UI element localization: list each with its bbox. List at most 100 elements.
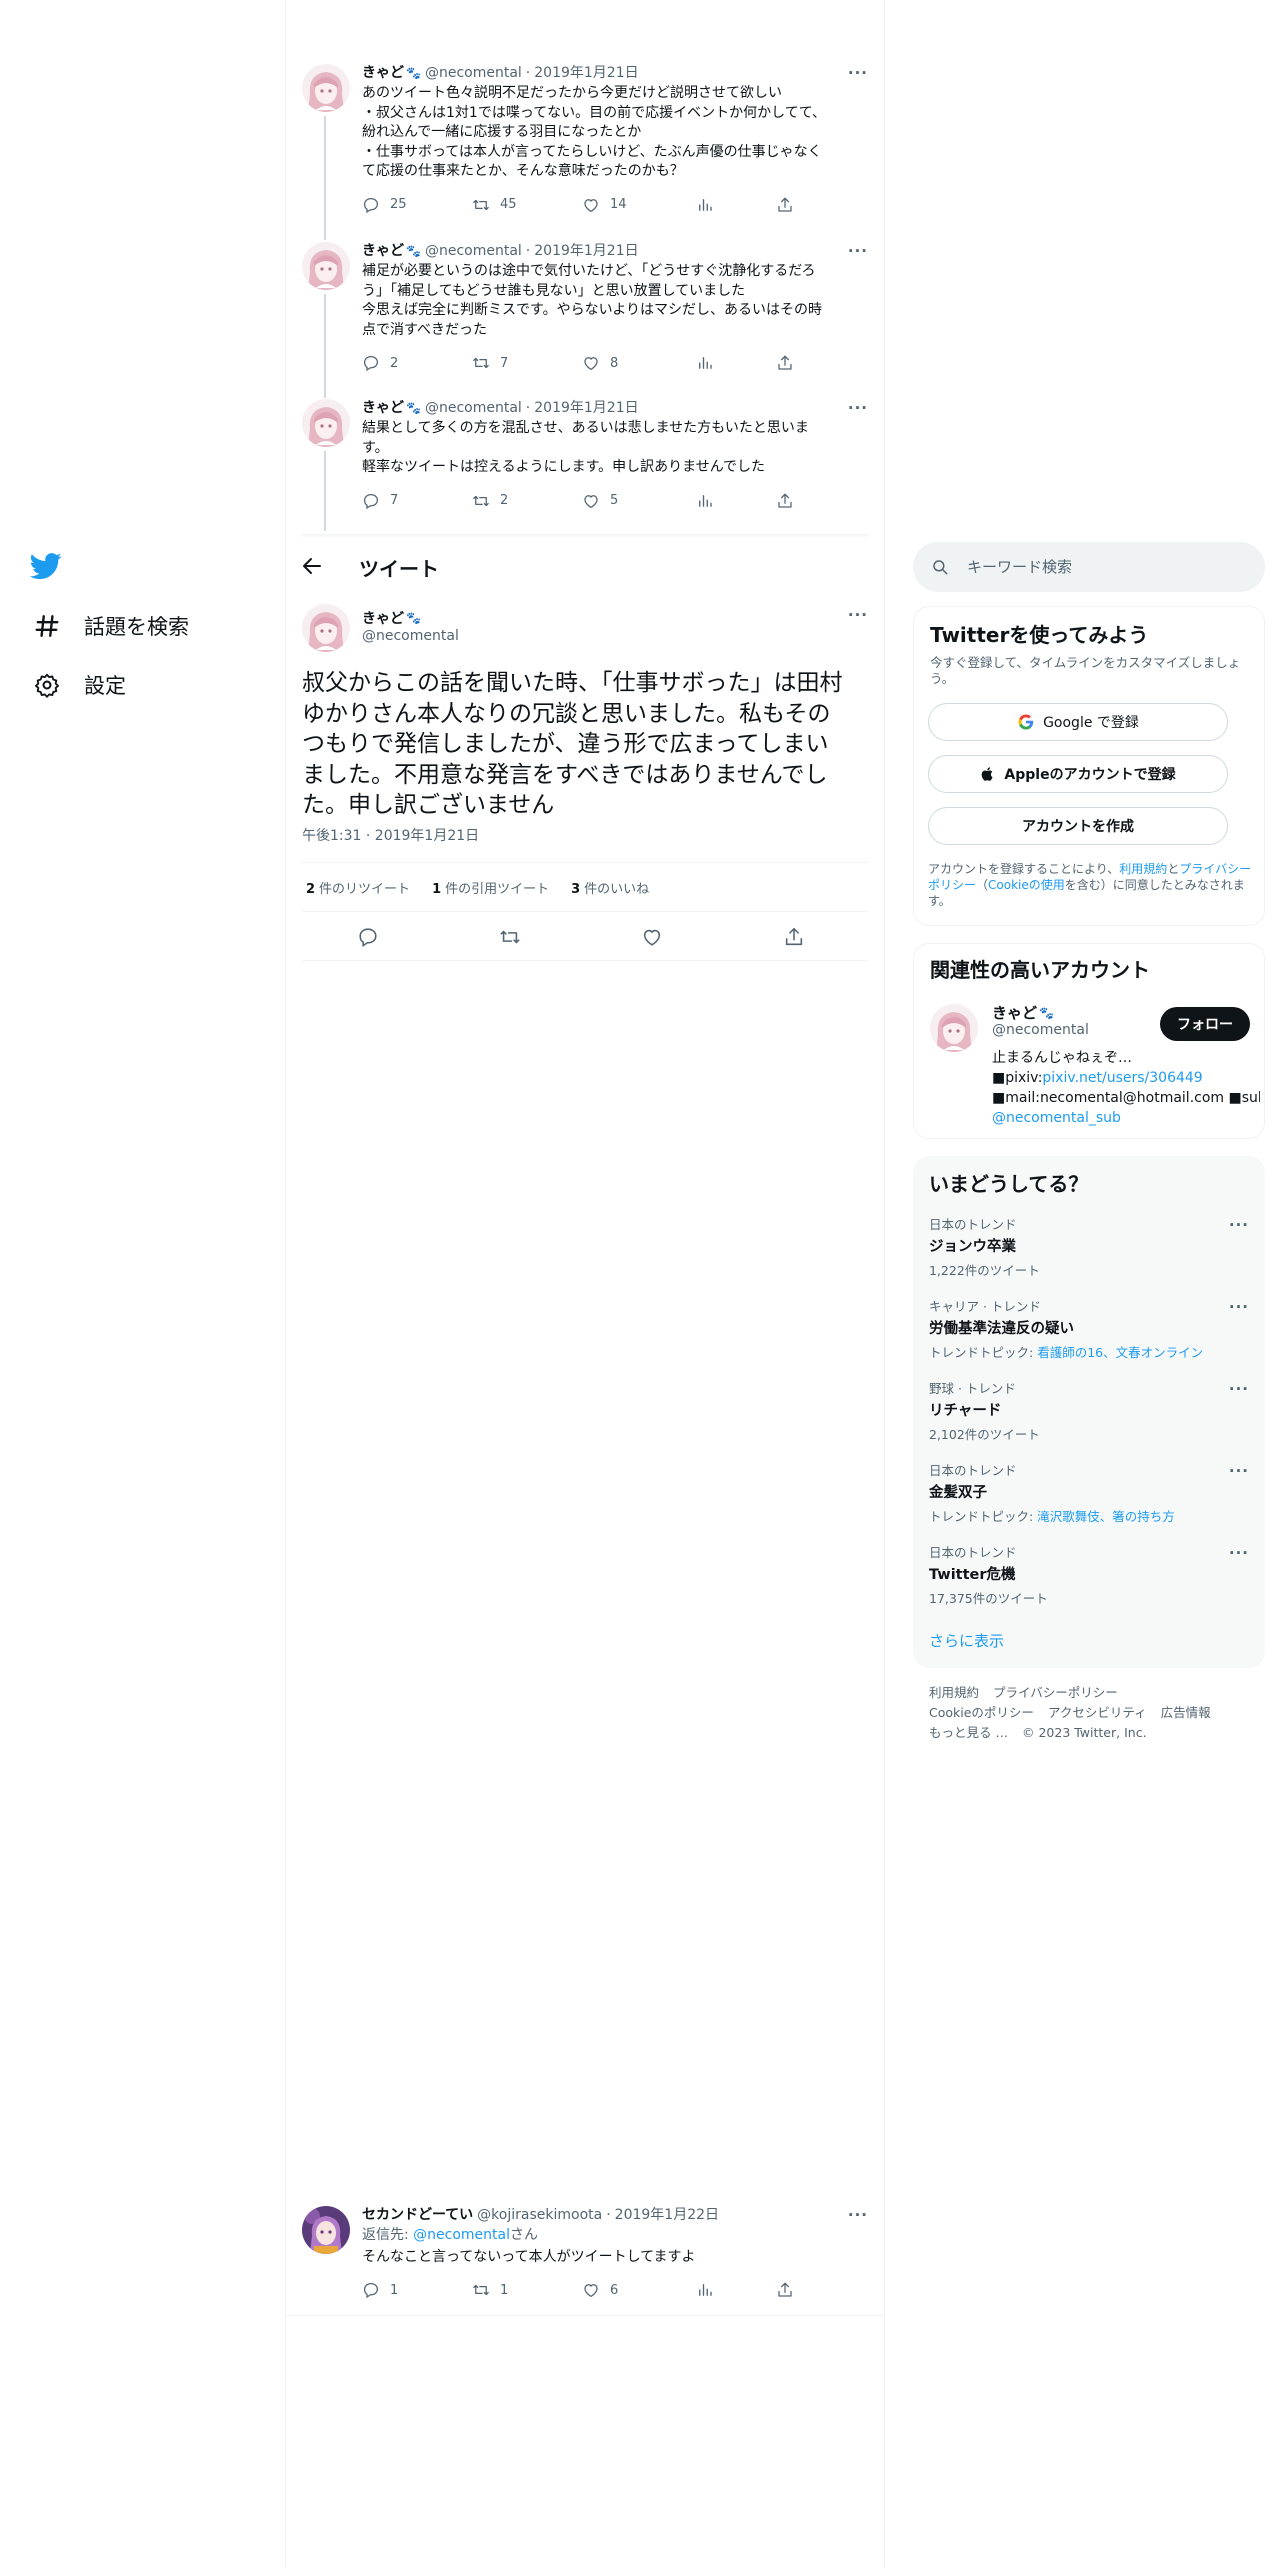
reply-button[interactable]: 2 — [362, 354, 472, 372]
reply-button[interactable]: 25 — [362, 196, 472, 214]
nav-settings[interactable]: 設定 — [30, 668, 126, 702]
create-account-button[interactable]: アカウントを作成 — [928, 807, 1228, 845]
reply-icon[interactable] — [357, 926, 379, 948]
views-button[interactable] — [696, 196, 776, 214]
heart-icon[interactable] — [641, 926, 663, 948]
tweet-date[interactable]: 2019年1月22日 — [615, 2206, 719, 2224]
like-button[interactable]: 8 — [582, 354, 696, 372]
like-button[interactable]: 14 — [582, 196, 696, 214]
more-options-icon[interactable]: ··· — [1229, 1544, 1249, 1562]
hashtag-icon — [30, 609, 64, 643]
author-name[interactable]: きゃど — [362, 608, 404, 628]
cookie-link[interactable]: Cookieの使用 — [988, 878, 1065, 892]
footer-ads-link[interactable]: 広告情報 — [1161, 1703, 1211, 1723]
trend-item[interactable]: 日本のトレンド Twitter危機 17,375件のツイート ··· — [913, 1542, 1265, 1620]
footer-cookie-link[interactable]: Cookieのポリシー — [929, 1703, 1034, 1723]
account-name[interactable]: きゃど — [992, 1002, 1037, 1023]
trend-name: 労働基準法違反の疑い — [929, 1321, 1074, 1337]
retweet-button[interactable]: 2 — [472, 492, 582, 510]
nav-explore[interactable]: 話題を検索 — [30, 609, 189, 643]
author-name[interactable]: きゃど — [362, 242, 404, 260]
retweets-stat[interactable]: 2 件のリツイート — [306, 878, 410, 897]
share-icon[interactable] — [783, 926, 805, 948]
twitter-logo-icon[interactable] — [29, 550, 66, 586]
sub-account-link[interactable]: @necomental_sub — [992, 1110, 1121, 1126]
nav-explore-label: 話題を検索 — [84, 615, 189, 639]
footer-accessibility-link[interactable]: アクセシビリティ — [1048, 1703, 1147, 1723]
trend-item[interactable]: 日本のトレンド 金髪双子 トレンドトピック: 滝沢歌舞伎、箸の持ち方 ··· — [913, 1460, 1265, 1538]
share-button[interactable] — [776, 354, 794, 372]
retweet-button[interactable]: 1 — [472, 2281, 582, 2299]
views-button[interactable] — [696, 2281, 776, 2299]
share-button[interactable] — [776, 492, 794, 510]
author-handle[interactable]: @necomental — [425, 242, 522, 260]
avatar[interactable] — [302, 64, 350, 112]
author-handle[interactable]: @kojirasekimoota — [477, 2206, 602, 2224]
author-name[interactable]: きゃど — [362, 399, 404, 417]
footer-more-link[interactable]: もっと見る … — [929, 1723, 1008, 1743]
reply-button[interactable]: 7 — [362, 492, 472, 510]
retweet-icon — [472, 354, 490, 372]
author-name[interactable]: きゃど — [362, 64, 404, 82]
likes-stat[interactable]: 3 件のいいね — [571, 878, 649, 897]
more-options-icon[interactable]: ··· — [848, 2206, 868, 2224]
trend-item[interactable]: キャリア · トレンド 労働基準法違反の疑い トレンドトピック: 看護師の16、… — [913, 1296, 1265, 1374]
paw-icon: 🐾 — [1039, 1005, 1054, 1020]
google-signup-button[interactable]: Google で登録 — [928, 703, 1228, 741]
views-button[interactable] — [696, 492, 776, 510]
tweet-date[interactable]: 2019年1月21日 — [534, 64, 638, 82]
avatar[interactable] — [930, 1004, 978, 1052]
trend-count: 17,375件のツイート — [929, 1591, 1048, 1606]
thread-connector — [324, 451, 326, 531]
more-options-icon[interactable]: ··· — [1229, 1298, 1249, 1316]
avatar[interactable] — [302, 399, 350, 447]
like-button[interactable]: 5 — [582, 492, 696, 510]
author-handle[interactable]: @necomental — [362, 628, 459, 644]
more-options-icon[interactable]: ··· — [848, 606, 868, 624]
author-handle[interactable]: @necomental — [425, 399, 522, 417]
tweet-date[interactable]: 2019年1月21日 — [534, 399, 638, 417]
reply-tweet[interactable]: セカンドどーてい @kojirasekimoota · 2019年1月22日 ·… — [286, 2204, 884, 2314]
apple-signup-button[interactable]: Appleのアカウントで登録 — [928, 755, 1228, 793]
share-button[interactable] — [776, 2281, 794, 2299]
tweet-date[interactable]: 2019年1月21日 — [534, 242, 638, 260]
more-options-icon[interactable]: ··· — [848, 399, 868, 417]
reply-icon — [362, 492, 380, 510]
thread-tweet-2[interactable]: きゃど 🐾 @necomental · 2019年1月21日 ··· 補足が必要… — [286, 240, 884, 398]
more-options-icon[interactable]: ··· — [848, 242, 868, 260]
more-options-icon[interactable]: ··· — [848, 64, 868, 82]
retweet-button[interactable]: 45 — [472, 196, 582, 214]
thread-tweet-1[interactable]: きゃど 🐾 @necomental · 2019年1月21日 ··· あのツイー… — [286, 62, 884, 240]
reply-to-link[interactable]: @necomental — [413, 2227, 510, 2243]
author-handle[interactable]: @necomental — [425, 64, 522, 82]
tweet-timestamp[interactable]: 午後1:31 · 2019年1月21日 — [302, 825, 479, 845]
terms-link[interactable]: 利用規約 — [1119, 862, 1167, 876]
more-options-icon[interactable]: ··· — [1229, 1216, 1249, 1234]
account-handle[interactable]: @necomental — [992, 1022, 1089, 1038]
author-name[interactable]: セカンドどーてい — [362, 2206, 473, 2224]
more-options-icon[interactable]: ··· — [1229, 1462, 1249, 1480]
back-arrow-icon[interactable] — [300, 554, 324, 578]
views-button[interactable] — [696, 354, 776, 372]
search-input[interactable] — [967, 558, 1227, 576]
reply-icon — [362, 196, 380, 214]
avatar[interactable] — [302, 2206, 350, 2254]
more-options-icon[interactable]: ··· — [1229, 1380, 1249, 1398]
reply-button[interactable]: 1 — [362, 2281, 472, 2299]
share-button[interactable] — [776, 196, 794, 214]
follow-button[interactable]: フォロー — [1160, 1007, 1250, 1041]
retweet-icon[interactable] — [499, 926, 521, 948]
avatar[interactable] — [302, 242, 350, 290]
trend-item[interactable]: 野球 · トレンド リチャード 2,102件のツイート ··· — [913, 1378, 1265, 1456]
trend-item[interactable]: 日本のトレンド ジョンウ卒業 1,222件のツイート ··· — [913, 1214, 1265, 1292]
thread-tweet-3[interactable]: きゃど 🐾 @necomental · 2019年1月21日 ··· 結果として… — [286, 397, 884, 532]
quotes-stat[interactable]: 1 件の引用ツイート — [432, 878, 549, 897]
footer-terms-link[interactable]: 利用規約 — [929, 1683, 979, 1703]
search-bar[interactable] — [913, 542, 1265, 592]
avatar[interactable] — [302, 604, 350, 652]
like-button[interactable]: 6 — [582, 2281, 696, 2299]
retweet-button[interactable]: 7 — [472, 354, 582, 372]
footer-privacy-link[interactable]: プライバシーポリシー — [993, 1683, 1118, 1703]
show-more-link[interactable]: さらに表示 — [929, 1630, 1004, 1651]
pixiv-link[interactable]: pixiv.net/users/306449 — [1042, 1070, 1202, 1086]
